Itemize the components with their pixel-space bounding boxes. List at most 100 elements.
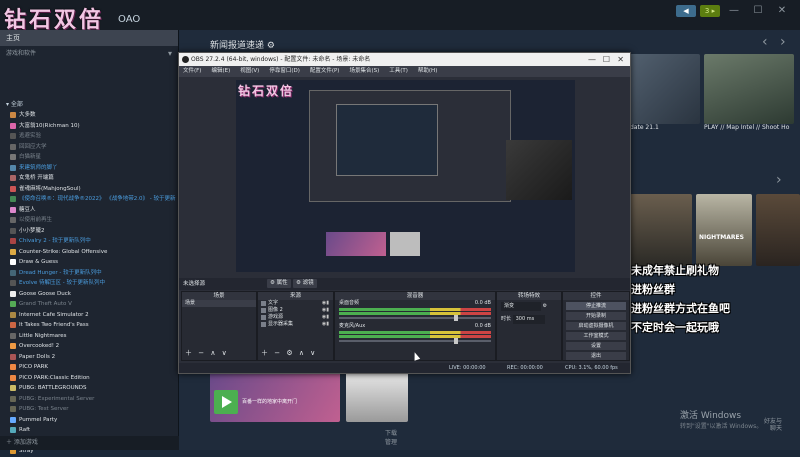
filters-button[interactable]: ⚙ 滤镜 [293,279,317,288]
close-button[interactable]: ✕ [772,5,792,17]
controls-dock: 控件 停止推流 开始录制 启动虚拟摄像机 工作室模式 设置 退出 [562,291,630,361]
studio-mode-button[interactable]: 工作室模式 [566,332,626,340]
obs-preview-canvas[interactable]: 钻石双倍 [236,80,575,272]
start-recording-button[interactable]: 开始录制 [566,312,626,320]
game-list-item[interactable]: 逃避实验 [0,131,178,142]
game-list-item[interactable]: Raft [0,425,178,436]
scenes-dock-title: 场景 [182,292,256,300]
downloads-button[interactable]: 下载 管理 [385,428,397,446]
recent-tile-partial[interactable] [756,194,800,266]
duration-input[interactable]: 300 ms [512,315,545,324]
source-item[interactable]: 显示器采集 ◉▮ [258,321,333,328]
game-list-item[interactable]: Chivalry 2 - 较于更新队列中 [0,236,178,247]
game-list-item[interactable]: 以使用前再生 [0,215,178,226]
game-list-item[interactable]: 来建筑师的脚丫 [0,163,178,174]
game-list-item[interactable]: Overcooked! 2 [0,341,178,352]
obs-menu-docks[interactable]: 停靠窗口(D) [269,66,300,77]
source-name: 游戏源 [268,314,284,320]
game-list-item[interactable]: PUBG: Experimental Server [0,394,178,405]
game-list-item[interactable]: 女鬼桥 开端篇 [0,173,178,184]
news-prev-arrow[interactable]: ‹ [762,34,768,50]
eye-icon[interactable]: ◉▮ [322,321,329,328]
game-list-item[interactable]: Draw & Guess [0,257,178,268]
game-list-item[interactable]: 糖豆人 [0,205,178,216]
game-name: Grand Theft Auto V [19,301,72,307]
obs-menu-edit[interactable]: 编辑(E) [211,66,230,77]
obs-menu-scenes[interactable]: 场景集合(S) [349,66,379,77]
news-tile-update[interactable] [630,54,700,124]
news-tile-map[interactable] [704,54,794,124]
game-list-item[interactable]: Little Nightmares [0,331,178,342]
exit-button[interactable]: 退出 [566,352,626,360]
game-list-item[interactable]: PICO PARK [0,362,178,373]
obs-menu-profile[interactable]: 配置文件(P) [310,66,340,77]
game-list-item[interactable]: 大富翁10(Richman 10) [0,121,178,132]
game-list-item[interactable]: Pummel Party [0,415,178,426]
source-item[interactable]: 游戏源 ◉▮ [258,314,333,321]
game-list-item[interactable]: Evolve 待解压区 - 较于更新队列中 [0,278,178,289]
obs-maximize-button[interactable]: ☐ [603,53,610,66]
game-list-item[interactable]: 《使命召唤®：现代战争®2022》 《战争地带2.0》 - 较于更新 [0,194,178,205]
home-button[interactable]: 主页 [0,30,178,46]
game-list-item[interactable]: 小小梦魇2 [0,226,178,237]
game-list-item[interactable]: 回回应大学 [0,142,178,153]
game-list-item[interactable]: Internet Cafe Simulator 2 [0,310,178,321]
game-list-item[interactable]: PUBG: BATTLEGROUNDS [0,383,178,394]
steam-top-bar: 钻石双倍 OAO ◀ 3 ▸ — ☐ ✕ [0,0,800,33]
sources-dock-actions[interactable]: ＋ − ⚙ ∧ ∨ [261,348,317,358]
obs-close-button[interactable]: ✕ [617,53,624,66]
scene-item[interactable]: 场景 [182,300,256,307]
properties-button[interactable]: ⚙ 属性 [267,279,291,288]
volume-slider[interactable] [339,315,491,321]
obs-menu-file[interactable]: 文件(F) [183,66,201,77]
bottom-tile-party[interactable]: 百番一样的地家中离开门 [210,372,340,422]
category-dropdown[interactable]: 游戏和软件 ▾ [0,46,178,62]
game-list-item[interactable]: 白猫新星 [0,152,178,163]
recent-next-arrow[interactable]: › [776,172,782,188]
game-list-item[interactable]: Paper Dolls 2 [0,352,178,363]
obs-menu-help[interactable]: 帮助(H) [418,66,437,77]
volume-slider[interactable] [339,338,491,344]
notifications-button[interactable]: 3 ▸ [700,5,720,17]
eye-icon[interactable]: ◉▮ [322,300,329,307]
bottom-tile-light[interactable] [346,372,408,422]
game-name: 雀魂麻将(MahjongSoul) [19,185,81,192]
controls-dock-title: 控件 [563,292,629,300]
game-icon [10,374,16,381]
game-list-item[interactable]: PICO PARK:Classic Edition [0,373,178,384]
virtual-camera-button[interactable]: 启动虚拟摄像机 [566,322,626,330]
gear-icon[interactable]: ⚙ [543,303,547,309]
recent-tile-nightmares[interactable]: NIGHTMARES [696,194,752,266]
minimize-button[interactable]: — [724,5,744,17]
friends-chat-button[interactable]: 好友与 聊天 [764,418,782,432]
game-list-item[interactable]: Goose Goose Duck [0,289,178,300]
obs-minimize-button[interactable]: — [588,53,596,66]
game-icon [10,164,16,171]
add-game-button[interactable]: ＋ 添加游戏 [0,436,184,450]
game-list-item[interactable]: PUBG: Test Server [0,404,178,415]
game-list-item[interactable]: Dread Hunger - 较于更新队列中 [0,268,178,279]
game-list-item[interactable]: 大多数 [0,110,178,121]
channel-label: 桌面音频 [339,300,360,306]
game-list-item[interactable]: It Takes Two Friend's Pass [0,320,178,331]
game-list-item[interactable]: Grand Theft Auto V [0,299,178,310]
stop-streaming-button[interactable]: 停止推流 [566,302,626,310]
broadcast-button[interactable]: ◀ [676,5,696,17]
transition-select[interactable]: 渐变 [501,302,541,311]
slider-knob[interactable] [453,338,458,344]
obs-menu-tools[interactable]: 工具(T) [389,66,408,77]
source-item[interactable]: 图像 2 ◉▮ [258,307,333,314]
news-next-arrow[interactable]: › [780,34,786,50]
scenes-dock-actions[interactable]: ＋ − ∧ ∨ [185,348,229,358]
game-list-item[interactable]: Counter-Strike: Global Offensive [0,247,178,258]
obs-menu-view[interactable]: 视图(V) [240,66,259,77]
eye-icon[interactable]: ◉▮ [322,307,329,314]
slider-knob[interactable] [453,315,458,321]
recent-tile-chivalry[interactable] [630,194,692,266]
settings-button[interactable]: 设置 [566,342,626,350]
all-games-header[interactable]: ▾ 全部 [0,100,178,110]
source-item[interactable]: 文字 ◉▮ [258,300,333,307]
eye-icon[interactable]: ◉▮ [322,314,329,321]
game-list-item[interactable]: 雀魂麻将(MahjongSoul) [0,184,178,195]
maximize-button[interactable]: ☐ [748,5,768,17]
